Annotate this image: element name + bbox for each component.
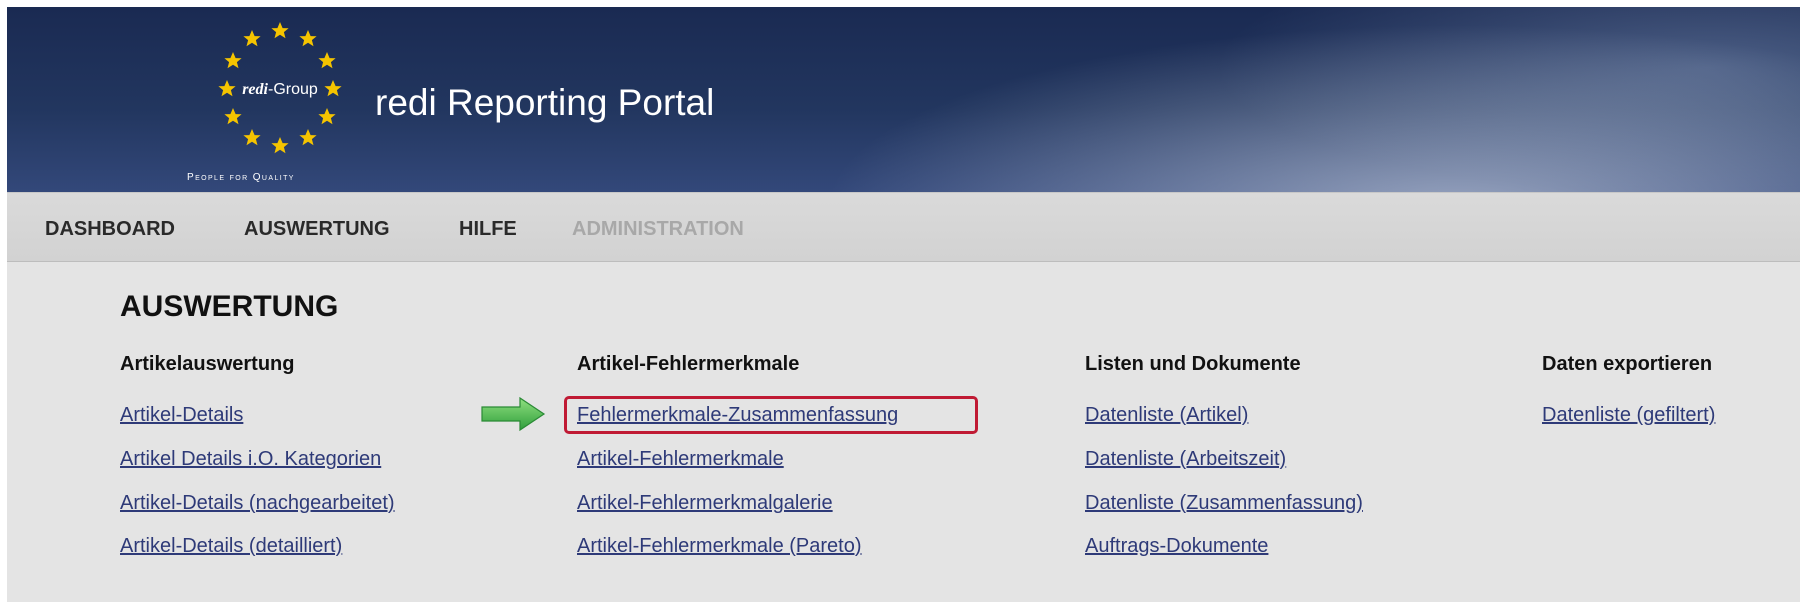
link-artikel-fehlermerkmale[interactable]: Artikel-Fehlermerkmale <box>577 448 784 471</box>
logo-tagline: People for Quality <box>187 172 295 183</box>
column-heading-artikel-fehlermerkmale: Artikel-Fehlermerkmale <box>577 353 800 375</box>
link-artikel-fehlermerkmale-pareto[interactable]: Artikel-Fehlermerkmale (Pareto) <box>577 535 862 558</box>
link-artikel-details[interactable]: Artikel-Details <box>120 404 243 427</box>
link-artikel-fehlermerkmalgalerie[interactable]: Artikel-Fehlermerkmalgalerie <box>577 492 833 515</box>
link-datenliste-gefiltert[interactable]: Datenliste (gefiltert) <box>1542 404 1715 427</box>
portal-title: redi Reporting Portal <box>375 82 715 123</box>
app-frame: redi-Group People for Quality redi Repor… <box>7 7 1800 602</box>
column-heading-daten-exportieren: Daten exportieren <box>1542 353 1713 375</box>
nav-item-hilfe[interactable]: HILFE <box>459 218 517 241</box>
link-fehlermerkmale-zusammenfassung[interactable]: Fehlermerkmale-Zusammenfassung <box>577 404 898 427</box>
page-title: AUSWERTUNG <box>120 290 339 323</box>
link-datenliste-artikel[interactable]: Datenliste (Artikel) <box>1085 404 1248 427</box>
nav-item-administration: ADMINISTRATION <box>572 218 744 240</box>
link-artikel-details-detailliert[interactable]: Artikel-Details (detailliert) <box>120 535 342 558</box>
link-artikel-details-io-kategorien[interactable]: Artikel Details i.O. Kategorien <box>120 448 381 471</box>
link-auftrags-dokumente[interactable]: Auftrags-Dokumente <box>1085 535 1268 558</box>
logo-text: redi <box>242 81 268 98</box>
link-artikel-details-nachgearbeitet[interactable]: Artikel-Details (nachgearbeitet) <box>120 492 395 515</box>
nav-item-auswertung[interactable]: AUSWERTUNG <box>244 218 390 241</box>
logo-suffix: -Group <box>267 81 318 98</box>
column-heading-artikelauswertung: Artikelauswertung <box>120 353 295 375</box>
link-datenliste-arbeitszeit[interactable]: Datenliste (Arbeitszeit) <box>1085 448 1286 471</box>
redi-group-logo[interactable]: redi-Group <box>195 17 375 167</box>
header-banner: redi-Group People for Quality redi Repor… <box>7 7 1800 192</box>
nav-item-dashboard[interactable]: DASHBOARD <box>45 218 175 241</box>
logo-wordmark: redi-Group <box>215 81 345 99</box>
column-heading-listen-und-dokumente: Listen und Dokumente <box>1085 353 1301 375</box>
main-nav: DASHBOARD AUSWERTUNG HILFE ADMINISTRATIO… <box>7 192 1800 262</box>
green-arrow-right-icon <box>481 396 546 432</box>
link-datenliste-zusammenfassung[interactable]: Datenliste (Zusammenfassung) <box>1085 492 1363 515</box>
